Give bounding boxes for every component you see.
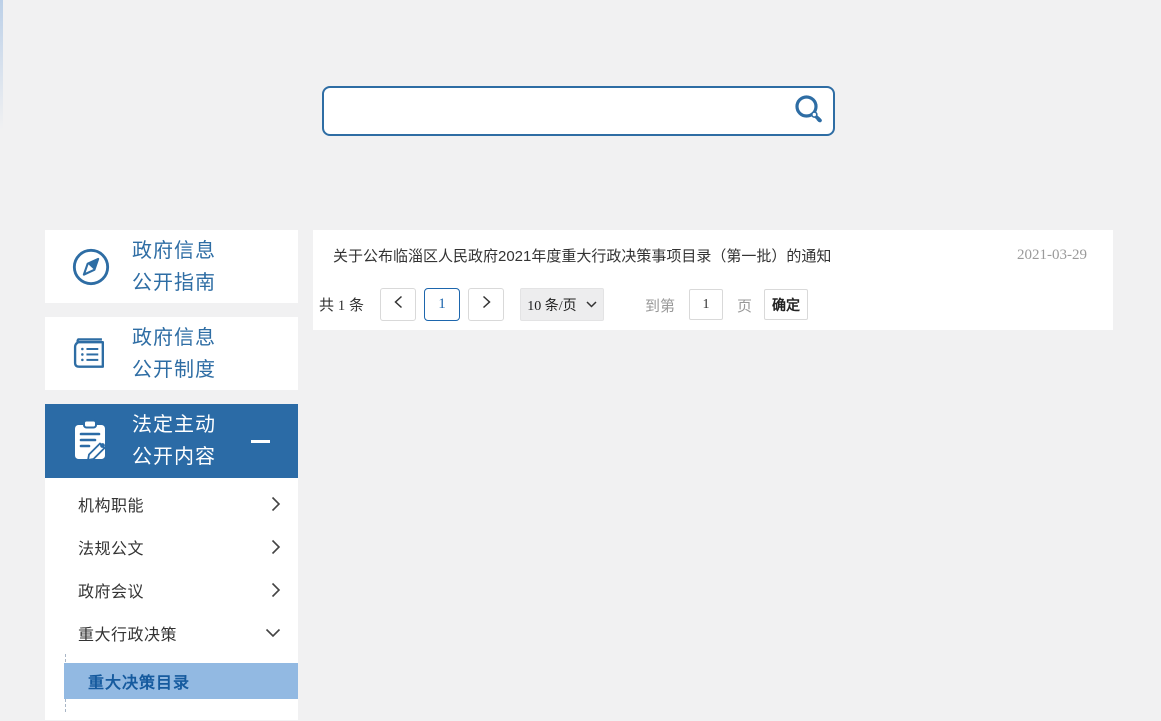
submenu-item-org-functions[interactable]: 机构职能 xyxy=(45,482,298,525)
submenu-item-regulations[interactable]: 法规公文 xyxy=(45,525,298,568)
chevron-right-icon xyxy=(271,496,281,512)
submenu-item-gov-meetings[interactable]: 政府会议 xyxy=(45,568,298,611)
pagination: 共 1 条 1 10 条/页 到第 页 确定 xyxy=(313,280,1113,330)
chevron-down-icon xyxy=(265,628,281,638)
sidebar-item-label: 政府信息 公开指南 xyxy=(132,239,216,294)
page-size-value: 10 条/页 xyxy=(527,298,577,314)
sidebar-item-disclosure-guide[interactable]: 政府信息 公开指南 xyxy=(45,230,298,303)
page-number-button[interactable]: 1 xyxy=(424,288,460,321)
chevron-left-icon xyxy=(393,295,403,314)
goto-page-prefix: 到第 xyxy=(645,299,676,315)
sidebar-submenu: 机构职能 法规公文 政府会议 重大行政决策 重大决策目录 xyxy=(45,478,298,720)
search-button[interactable] xyxy=(785,88,833,134)
goto-page-suffix: 页 xyxy=(737,299,753,315)
content-panel: 关于公布临淄区人民政府2021年度重大行政决策事项目录（第一批）的通知 2021… xyxy=(313,230,1113,330)
page-size-select[interactable]: 10 条/页 xyxy=(520,288,604,321)
pagination-total: 共 1 条 xyxy=(319,298,365,314)
search-key-icon xyxy=(792,93,826,130)
book-icon xyxy=(71,332,111,376)
submenu-item-decision-catalog-active[interactable]: 重大决策目录 xyxy=(64,663,298,699)
clipboard-pencil-icon xyxy=(71,419,111,463)
submenu-item-major-decisions[interactable]: 重大行政决策 xyxy=(45,611,298,654)
confirm-button[interactable]: 确定 xyxy=(764,289,808,320)
chevron-right-icon xyxy=(271,582,281,598)
goto-page-input[interactable] xyxy=(689,289,723,320)
sidebar-item-label: 政府信息 公开制度 xyxy=(132,326,216,381)
compass-icon xyxy=(71,245,111,289)
list-item-date: 2021-03-29 xyxy=(1017,246,1087,263)
search-bar xyxy=(322,86,835,136)
next-page-button[interactable] xyxy=(468,288,504,321)
chevron-right-icon xyxy=(482,295,491,314)
search-input[interactable] xyxy=(324,88,785,134)
list-item-title[interactable]: 关于公布临淄区人民政府2021年度重大行政决策事项目录（第一批）的通知 xyxy=(333,245,1017,266)
prev-page-button[interactable] xyxy=(380,288,416,321)
chevron-right-icon xyxy=(271,539,281,555)
chevron-down-icon xyxy=(586,297,597,313)
sidebar-item-statutory-disclosure[interactable]: 法定主动 公开内容 xyxy=(45,404,298,478)
minus-icon[interactable] xyxy=(251,439,270,443)
left-edge-accent xyxy=(0,0,3,130)
sidebar-item-label: 法定主动 公开内容 xyxy=(132,414,216,468)
sidebar: 政府信息 公开指南 政府信息 公开制度 法定主动 公开内容 机构职能 法规公文 … xyxy=(45,230,298,720)
list-item: 关于公布临淄区人民政府2021年度重大行政决策事项目录（第一批）的通知 2021… xyxy=(313,230,1113,280)
sidebar-item-disclosure-system[interactable]: 政府信息 公开制度 xyxy=(45,317,298,390)
